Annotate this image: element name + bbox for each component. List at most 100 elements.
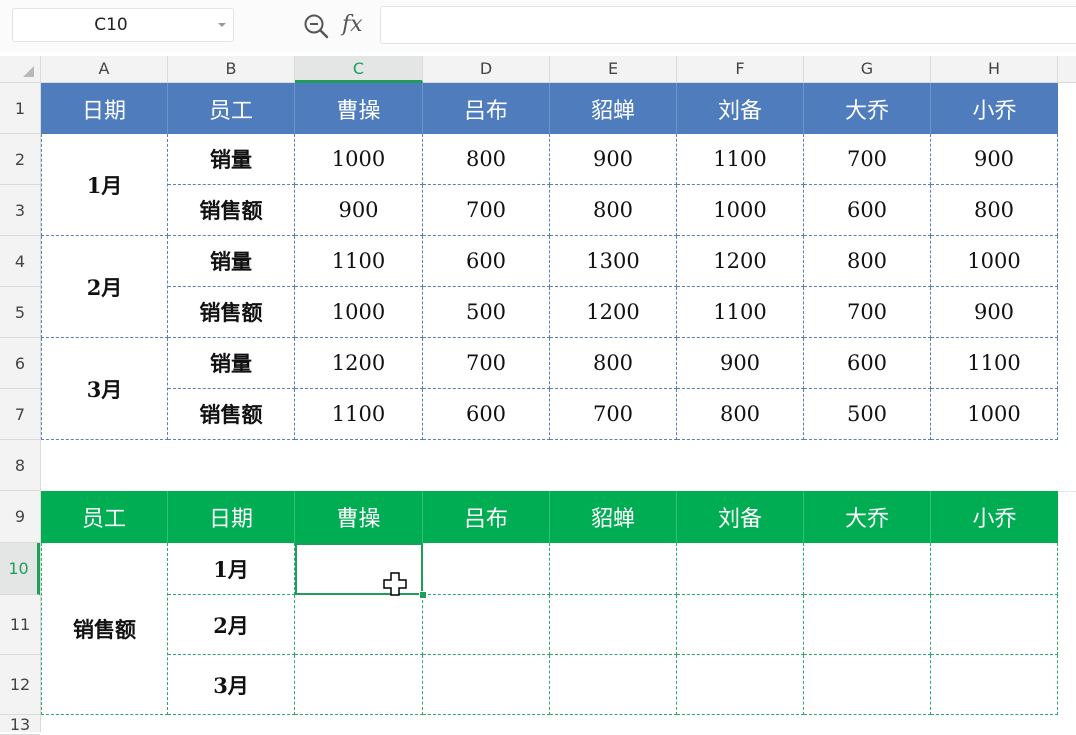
table1-value-cell[interactable]: 1200: [677, 236, 804, 287]
table1-value-cell[interactable]: 900: [931, 134, 1058, 185]
empty-cell[interactable]: [677, 595, 804, 655]
table1-value-cell[interactable]: 1300: [550, 236, 677, 287]
table1-value-cell[interactable]: 700: [423, 185, 550, 236]
table2-month-feb[interactable]: 2月: [168, 595, 295, 655]
table1-month-mar[interactable]: 3月: [41, 338, 168, 440]
table1-value-cell[interactable]: 600: [804, 338, 931, 389]
column-header-c[interactable]: C: [295, 56, 423, 83]
fill-handle[interactable]: [419, 591, 427, 599]
table1-value-cell[interactable]: 800: [931, 185, 1058, 236]
table1-value-cell[interactable]: 1200: [295, 338, 423, 389]
row-header-4[interactable]: 4: [0, 236, 40, 287]
table1-value-cell[interactable]: 900: [931, 287, 1058, 338]
row-header-10[interactable]: 10: [0, 543, 40, 595]
column-header-a[interactable]: A: [41, 56, 168, 82]
table1-metric-cell[interactable]: 销量: [168, 236, 295, 287]
row-header-3[interactable]: 3: [0, 185, 40, 236]
table2-header-caocao[interactable]: 曹操: [295, 491, 423, 543]
table1-value-cell[interactable]: 1000: [931, 236, 1058, 287]
table1-metric-cell[interactable]: 销售额: [168, 389, 295, 440]
empty-cell[interactable]: [804, 595, 931, 655]
table1-header-employee[interactable]: 员工: [168, 83, 295, 134]
table1-metric-cell[interactable]: 销售额: [168, 185, 295, 236]
table1-value-cell[interactable]: 1000: [295, 134, 423, 185]
row-header-13[interactable]: 13: [0, 715, 40, 735]
row-header-1[interactable]: 1: [0, 83, 40, 134]
table2-month-mar[interactable]: 3月: [168, 655, 295, 715]
table1-value-cell[interactable]: 800: [550, 338, 677, 389]
empty-cell[interactable]: [295, 655, 423, 715]
table1-header-lvbu[interactable]: 吕布: [423, 83, 550, 134]
table1-value-cell[interactable]: 600: [423, 389, 550, 440]
empty-cell[interactable]: [550, 655, 677, 715]
row-header-2[interactable]: 2: [0, 134, 40, 185]
empty-cell[interactable]: [550, 543, 677, 595]
zoom-icon[interactable]: [302, 12, 330, 40]
column-header-b[interactable]: B: [168, 56, 295, 82]
select-all-corner[interactable]: [0, 56, 41, 83]
table1-value-cell[interactable]: 1000: [677, 185, 804, 236]
table1-month-feb[interactable]: 2月: [41, 236, 168, 338]
table1-header-liubei[interactable]: 刘备: [677, 83, 804, 134]
table1-header-diaochan[interactable]: 貂蝉: [550, 83, 677, 134]
table1-value-cell[interactable]: 500: [423, 287, 550, 338]
table1-value-cell[interactable]: 700: [423, 338, 550, 389]
table1-value-cell[interactable]: 1100: [677, 134, 804, 185]
table1-metric-cell[interactable]: 销量: [168, 338, 295, 389]
empty-cell[interactable]: [550, 595, 677, 655]
empty-cell[interactable]: [804, 543, 931, 595]
table1-metric-cell[interactable]: 销售额: [168, 287, 295, 338]
table1-value-cell[interactable]: 500: [804, 389, 931, 440]
empty-cell[interactable]: [931, 543, 1058, 595]
table2-header-liubei[interactable]: 刘备: [677, 491, 804, 543]
table2-month-jan[interactable]: 1月: [168, 543, 295, 595]
table1-metric-cell[interactable]: 销量: [168, 134, 295, 185]
table1-value-cell[interactable]: 1000: [931, 389, 1058, 440]
table1-value-cell[interactable]: 700: [550, 389, 677, 440]
column-header-h[interactable]: H: [931, 56, 1058, 82]
empty-cell[interactable]: [677, 655, 804, 715]
table2-header-diaochan[interactable]: 貂蝉: [550, 491, 677, 543]
table1-value-cell[interactable]: 1100: [931, 338, 1058, 389]
table2-header-lvbu[interactable]: 吕布: [423, 491, 550, 543]
row-header-11[interactable]: 11: [0, 595, 40, 655]
empty-cell[interactable]: [931, 655, 1058, 715]
column-header-d[interactable]: D: [423, 56, 550, 82]
formula-input[interactable]: [380, 6, 1076, 44]
column-header-g[interactable]: G: [804, 56, 931, 82]
table1-header-daqiao[interactable]: 大乔: [804, 83, 931, 134]
name-box[interactable]: C10: [12, 8, 234, 42]
column-header-f[interactable]: F: [677, 56, 804, 82]
table1-value-cell[interactable]: 600: [423, 236, 550, 287]
table1-header-xiaoqiao[interactable]: 小乔: [931, 83, 1058, 134]
row-header-5[interactable]: 5: [0, 287, 40, 338]
table1-value-cell[interactable]: 1100: [677, 287, 804, 338]
table1-value-cell[interactable]: 800: [804, 236, 931, 287]
table2-metric-sales-amount[interactable]: 销售额: [41, 543, 168, 715]
table1-value-cell[interactable]: 800: [550, 185, 677, 236]
row-header-6[interactable]: 6: [0, 338, 40, 389]
table1-value-cell[interactable]: 1000: [295, 287, 423, 338]
empty-cell[interactable]: [677, 543, 804, 595]
table1-month-jan[interactable]: 1月: [41, 134, 168, 236]
table2-header-date[interactable]: 日期: [168, 491, 295, 543]
table1-value-cell[interactable]: 900: [295, 185, 423, 236]
table1-value-cell[interactable]: 800: [423, 134, 550, 185]
table1-value-cell[interactable]: 900: [550, 134, 677, 185]
row-header-8[interactable]: 8: [0, 440, 40, 491]
empty-cell[interactable]: [295, 595, 423, 655]
table2-header-xiaoqiao[interactable]: 小乔: [931, 491, 1058, 543]
table1-header-caocao[interactable]: 曹操: [295, 83, 423, 134]
dropdown-arrow-icon[interactable]: [218, 23, 226, 27]
table1-value-cell[interactable]: 700: [804, 287, 931, 338]
column-header-e[interactable]: E: [550, 56, 677, 82]
empty-cell[interactable]: [931, 595, 1058, 655]
table1-header-date[interactable]: 日期: [41, 83, 168, 134]
table1-value-cell[interactable]: 1100: [295, 236, 423, 287]
empty-cell[interactable]: [423, 595, 550, 655]
table1-value-cell[interactable]: 900: [677, 338, 804, 389]
table1-value-cell[interactable]: 800: [677, 389, 804, 440]
table1-value-cell[interactable]: 700: [804, 134, 931, 185]
table2-header-employee[interactable]: 员工: [41, 491, 168, 543]
empty-cell[interactable]: [804, 655, 931, 715]
